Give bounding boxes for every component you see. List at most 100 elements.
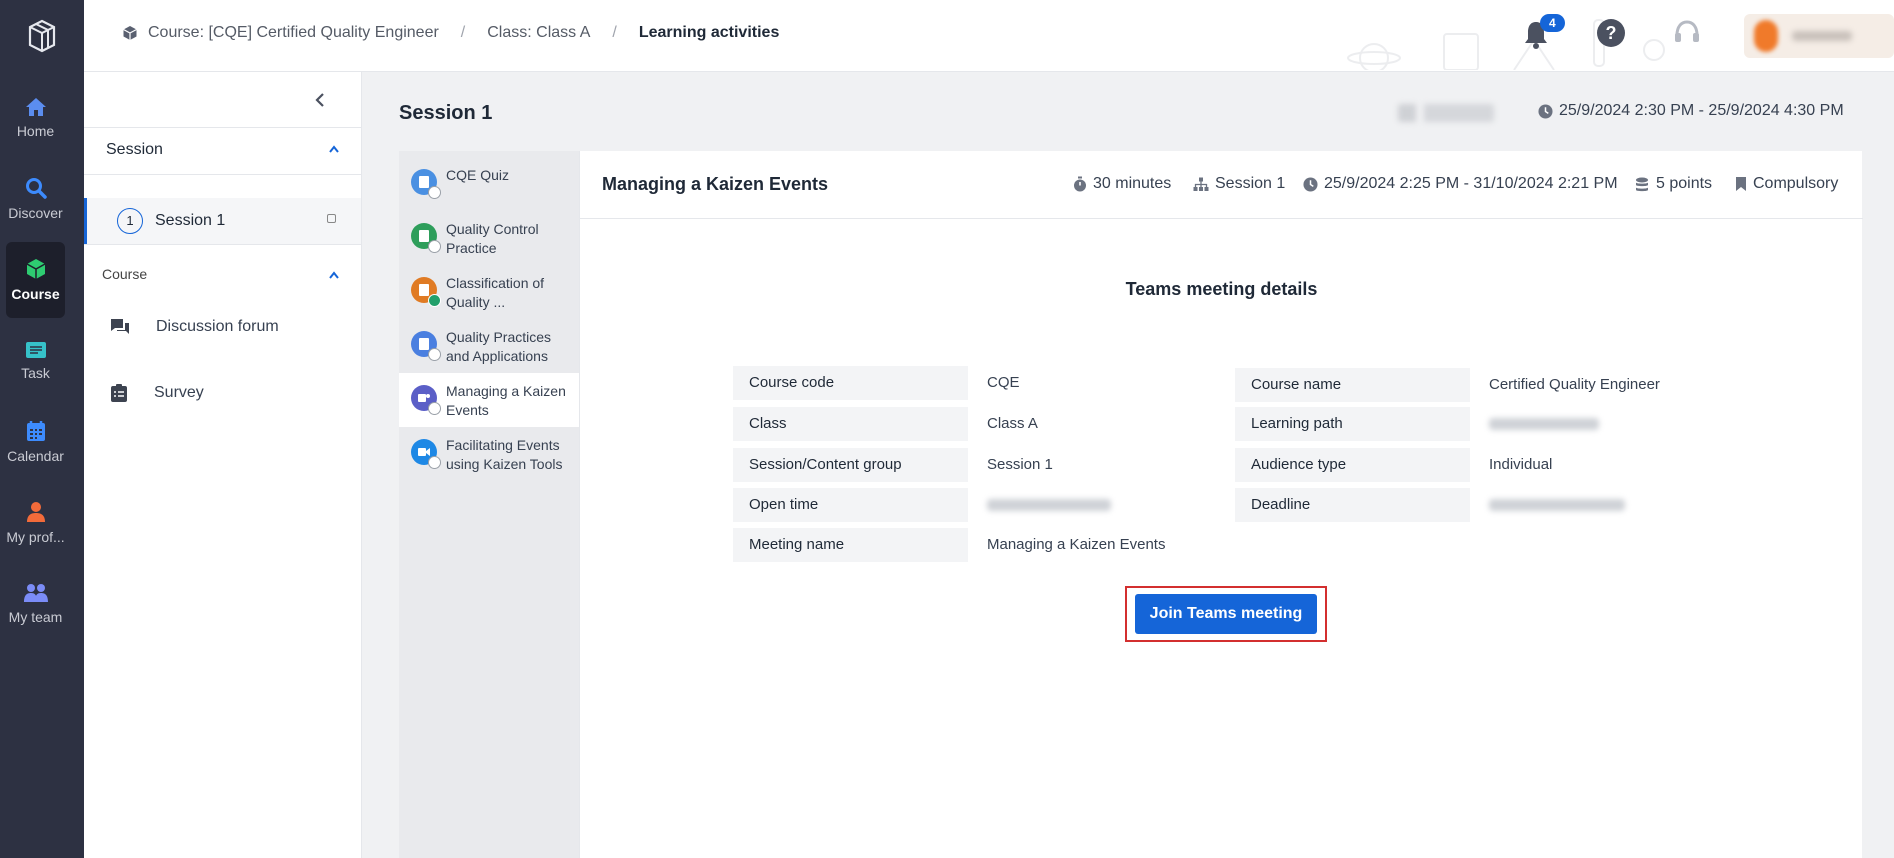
activity-label: CQE Quiz [446,167,510,183]
nav-course-label: Course [11,286,60,302]
breadcrumb-course[interactable]: Course: [CQE] Certified Quality Engineer [148,24,439,42]
page-title: Session 1 [399,102,493,124]
calendar-icon [26,421,45,441]
duration-text: 30 minutes [1093,175,1172,192]
hierarchy-icon [1193,177,1209,191]
status-pending-icon [428,456,441,469]
breadcrumb-separator: / [460,24,466,41]
nav-course[interactable]: Course [6,242,65,318]
activity-item-quality-control-practice[interactable]: Quality Control Practice [399,211,579,265]
activity-title: Managing a Kaizen Events [602,174,829,194]
join-teams-meeting-button[interactable]: Join Teams meeting [1135,594,1317,634]
sidebar-item-session-1[interactable]: 1 Session 1 [84,198,361,244]
activity-item-quality-practices[interactable]: Quality Practices and Applications [399,319,579,373]
activity-item-facilitating-events[interactable]: Facilitating Events using Kaizen Tools [399,427,579,481]
search-icon [25,178,47,199]
quiz-icon [411,169,441,199]
coins-icon [1636,177,1648,191]
row-value-class: Class A [987,415,1038,432]
task-icon [25,342,46,358]
sidebar-link-label: Discussion forum [156,318,279,335]
nav-home[interactable]: Home [6,80,65,156]
notification-count-badge: 4 [1540,14,1565,32]
activity-item-classification-of-quality[interactable]: Classification of Quality ... [399,265,579,319]
requirement-meta: Compulsory [1735,175,1838,193]
session-time-text: 25/9/2024 2:30 PM - 25/9/2024 4:30 PM [1559,102,1844,119]
row-value-meeting-name: Managing a Kaizen Events [987,536,1166,553]
row-label-course-name: Course name [1235,368,1470,402]
sidebar-item-discussion-forum[interactable]: Discussion forum [110,318,279,336]
video-meeting-icon [411,439,441,469]
status-pending-icon [428,240,441,253]
panel-header: Managing a Kaizen Events 30 minutes Sess… [580,151,1863,219]
breadcrumb-current: Learning activities [638,24,780,41]
session-sidebar: Session 1 Session 1 Course Discussion fo… [84,72,362,858]
activity-detail-panel: Managing a Kaizen Events 30 minutes Sess… [579,151,1863,858]
logo-icon [28,19,56,53]
team-icon [23,584,48,602]
status-pending-icon [428,402,441,415]
chevron-up-icon[interactable] [328,270,340,280]
row-label-learning-path: Learning path [1235,407,1470,441]
nav-task[interactable]: Task [6,323,65,399]
session-status-icon [327,214,336,223]
course-cube-icon [123,26,137,40]
row-label-deadline: Deadline [1235,488,1470,522]
svg-text:?: ? [1606,23,1617,43]
teams-meeting-heading: Teams meeting details [1125,279,1318,299]
breadcrumb-separator: / [612,24,617,41]
nav-discover-label: Discover [8,205,63,221]
document-icon [411,277,441,307]
nav-my-team-label: My team [8,609,63,625]
activity-item-cqe-quiz[interactable]: CQE Quiz [399,157,579,211]
document-icon [411,331,441,361]
period-meta: 25/9/2024 2:25 PM - 31/10/2024 2:21 PM [1303,175,1618,193]
row-value-course-code: CQE [987,374,1020,391]
user-profile-menu[interactable] [1744,14,1894,58]
sidebar-link-label: Survey [154,384,204,401]
row-label-class: Class [733,407,968,441]
nav-discover[interactable]: Discover [6,161,65,237]
session-section-heading[interactable]: Session [106,126,163,174]
activity-item-managing-kaizen-events[interactable]: Managing a Kaizen Events [399,373,579,427]
activity-list: CQE Quiz Quality Control Practice Classi… [399,151,579,858]
breadcrumb-class[interactable]: Class: Class A [487,24,590,42]
activity-label: Quality Practices and Applications [446,329,552,364]
home-icon [25,98,46,116]
row-value-deadline-redacted [1473,488,1713,522]
sidebar-item-survey[interactable]: Survey [110,383,204,403]
chevron-up-icon[interactable] [328,144,340,154]
row-value-session-content-group: Session 1 [987,456,1053,473]
row-label-session-content-group: Session/Content group [733,448,968,482]
practice-icon [411,223,441,253]
row-value-open-time-redacted [971,488,1201,522]
breadcrumb: Course: [CQE] Certified Quality Engineer… [122,24,779,42]
bookmark-icon [1736,177,1746,191]
app-logo[interactable] [0,0,84,72]
row-label-course-code: Course code [733,366,968,400]
user-icon [26,502,45,522]
survey-clipboard-icon [111,384,127,402]
session-time: 25/9/2024 2:30 PM - 25/9/2024 4:30 PM [1538,102,1844,120]
top-header: Course: [CQE] Certified Quality Engineer… [84,0,1894,72]
support-headset-icon[interactable] [1672,18,1702,48]
avatar [1754,20,1778,52]
cube-icon [26,259,45,279]
divider [84,244,362,245]
user-name-redacted [1792,31,1852,41]
forum-icon [111,319,129,334]
row-value-learning-path-redacted [1473,407,1713,441]
session-number: 1 [117,208,143,234]
activity-label: Quality Control Practice [446,221,539,256]
row-label-audience-type: Audience type [1235,448,1470,482]
teams-meeting-icon [411,385,441,415]
nav-calendar[interactable]: Calendar [6,404,65,480]
collapse-sidebar-icon[interactable] [314,92,326,108]
session-text: Session 1 [1215,175,1286,192]
activity-label: Managing a Kaizen Events [446,383,566,418]
course-section-heading[interactable]: Course [102,266,147,282]
nav-my-team[interactable]: My team [6,566,65,642]
nav-my-profile[interactable]: My prof... [6,485,65,561]
help-icon[interactable]: ? [1596,18,1626,48]
divider [84,174,362,175]
